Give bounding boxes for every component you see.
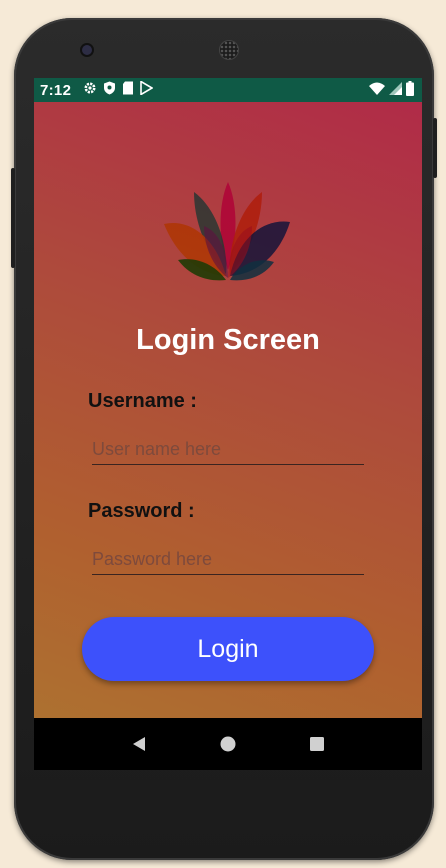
play-store-icon — [140, 80, 154, 99]
password-label: Password : — [88, 500, 195, 522]
username-input[interactable] — [92, 434, 364, 465]
status-time: 7:12 — [40, 81, 72, 99]
battery-icon — [406, 80, 414, 100]
username-label: Username : — [88, 390, 197, 412]
status-notification-icons — [83, 80, 154, 99]
back-button[interactable] — [127, 732, 151, 756]
login-button[interactable]: Login — [82, 617, 374, 681]
power-button — [11, 168, 15, 268]
light-sensor — [376, 48, 381, 53]
login-screen: Login Screen Username : Password : Login — [34, 102, 422, 718]
password-input[interactable] — [92, 544, 364, 575]
home-icon — [220, 736, 236, 752]
wifi-icon — [369, 82, 385, 99]
navigation-bar — [34, 718, 422, 770]
earpiece-speaker — [220, 41, 238, 59]
shield-icon — [103, 81, 116, 99]
sd-card-icon — [122, 81, 134, 99]
status-system-icons — [369, 80, 414, 100]
status-bar: 7:12 — [34, 78, 422, 102]
lotus-logo-icon — [164, 182, 290, 281]
page-title: Login Screen — [136, 324, 320, 356]
recents-icon — [310, 737, 325, 751]
volume-button — [433, 118, 437, 178]
proximity-sensor — [362, 48, 367, 53]
home-button[interactable] — [216, 732, 240, 756]
front-camera — [82, 45, 92, 55]
recents-button[interactable] — [305, 732, 329, 756]
back-icon — [132, 737, 145, 751]
signal-icon — [389, 81, 402, 99]
device-screen: 7:12 Login Screen Username: User name h… — [34, 78, 422, 770]
gear-icon — [83, 81, 97, 99]
